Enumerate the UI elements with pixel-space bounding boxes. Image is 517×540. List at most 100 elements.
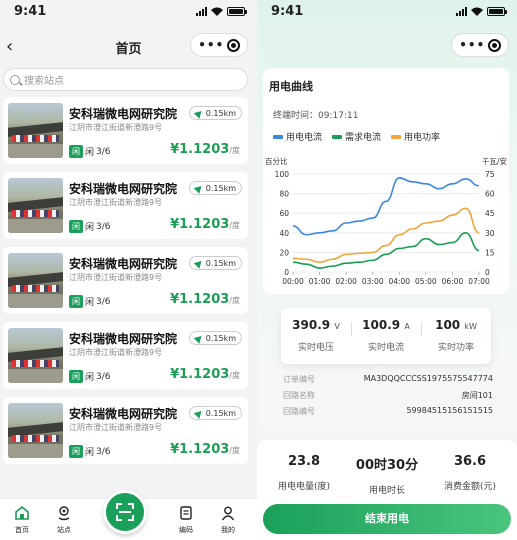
tab-stations[interactable]: 站点 [44,505,84,535]
tab-profile[interactable]: 我的 [208,505,248,535]
station-name: 安科瑞微电网研究院 [69,182,178,196]
available-count: 3/6 [96,446,111,457]
series-line [292,177,480,236]
y-tick-right: 30 [485,229,495,238]
legend-item: 需求电流 [332,130,381,143]
legend-swatch [391,134,402,139]
status-bar: 9:41 [257,0,517,24]
distance-badge[interactable]: 0.15km [188,106,242,120]
idle-tag: 闲 [69,445,83,458]
price-value: ¥1.1203 [170,442,230,457]
navigation-arrow-icon [193,332,205,344]
station-name: 安科瑞微电网研究院 [69,332,178,346]
y-tick-right: 15 [485,248,495,257]
station-address: 江阴市澄江街道新澄路9号 [69,123,163,132]
price-unit: /度 [229,296,240,305]
station-name: 安科瑞微电网研究院 [69,257,178,271]
price-value: ¥1.1203 [170,292,230,307]
summary-value: 23.8 [287,454,321,469]
station-card[interactable]: 安科瑞微电网研究院 江阴市澄江街道新澄路9号 0.15km 闲闲 3/6 ¥1.1203/… [3,172,248,239]
stat-value: 100.9 A [351,318,421,332]
terminal-time-label: 终端时间： [273,111,319,121]
tab-home[interactable]: 首页 [2,505,42,535]
stat-number: 100.9 [362,318,401,332]
terminal-time: 终端时间：09:17:11 [273,108,358,121]
summary-label: 用电电量(度) [277,482,331,492]
status-bar: 9:41 [0,0,257,24]
idle-tag: 闲 [69,370,83,383]
summary-label: 消费金额(元) [443,482,497,492]
station-name: 安科瑞微电网研究院 [69,107,178,121]
stat-label: 实时功率 [437,343,474,353]
station-address: 江阴市澄江街道新澄路9号 [69,348,163,357]
legend-label: 用电功率 [404,133,441,143]
price: ¥1.1203/度 [170,142,240,157]
close-mini-program-icon[interactable] [226,38,240,52]
distance-badge[interactable]: 0.15km [188,331,242,345]
more-icon[interactable]: ••• [198,38,224,52]
idle-label: 闲 [85,373,95,383]
price-value: ¥1.1203 [170,367,230,382]
stat-label: 实时电压 [297,343,334,353]
power-curve-card: 用电曲线 终端时间：09:17:11 用电电流 需求电流 用电功率 百分比 千瓦/… [263,68,509,294]
price-unit: /度 [229,221,240,230]
y-tick-right: 0 [485,268,490,277]
station-photo [8,178,63,233]
info-value: 房间101 [461,391,493,400]
station-photo [8,328,63,383]
x-tick-label: 01:00 [309,277,331,286]
legend-swatch [332,134,343,139]
distance-text: 0.15km [205,258,236,268]
end-charging-button[interactable]: 结束用电 [263,504,511,534]
station-card[interactable]: 安科瑞微电网研究院 江阴市澄江街道新澄路9号 0.15km 闲闲 3/6 ¥1.1203/… [3,247,248,314]
search-icon [10,74,20,85]
close-mini-program-icon[interactable] [487,38,501,52]
legend-label: 用电电流 [286,133,323,143]
nav-bar: ••• [257,30,517,64]
distance-badge[interactable]: 0.15km [188,256,242,270]
summary-value: 00时30分 [355,458,419,473]
tab-stations-label: 站点 [57,526,71,534]
more-icon[interactable]: ••• [459,38,485,52]
y-tick-left: 80 [279,190,289,199]
y-tick-left: 100 [275,170,290,179]
legend-item: 用电功率 [391,130,440,143]
tab-code[interactable]: 编码 [166,505,206,535]
stat-voltage: 390.9 V 实时电压 [281,318,351,353]
tab-profile-label: 我的 [221,526,235,534]
screen: 9:41 ‹ 首页 ••• 搜索站点 安科瑞微电网研究院 江阴市澄江街道新澄路9号… [0,0,517,540]
station-card[interactable]: 安科瑞微电网研究院 江阴市澄江街道新澄路9号 0.15km 闲闲 3/6 ¥1.1203/… [3,97,248,164]
status-time: 9:41 [14,4,47,19]
station-card[interactable]: 安科瑞微电网研究院 江阴市澄江街道新澄路9号 0.15km 闲闲 3/6 ¥1.1203/… [3,397,248,464]
price: ¥1.1203/度 [170,217,240,232]
battery-icon [227,7,247,16]
price-unit: /度 [229,446,240,455]
signal-icon [196,7,207,16]
legend-swatch [273,134,283,139]
wifi-icon [211,7,223,16]
station-card[interactable]: 安科瑞微电网研究院 江阴市澄江街道新澄路9号 0.15km 闲闲 3/6 ¥1.1203/… [3,322,248,389]
mini-program-capsule: ••• [451,33,509,57]
distance-text: 0.15km [205,408,236,418]
distance-badge[interactable]: 0.15km [188,406,242,420]
realtime-stats: 390.9 V 实时电压 100.9 A 实时电流 100 kW 实时功率 [281,308,491,364]
idle-label: 闲 [85,223,95,233]
charging-detail-screen: 9:41 ••• 用电曲线 终端时间：09:17:11 用电电流 需求电流 用电… [257,0,517,540]
legend-label: 需求电流 [345,133,382,143]
terminal-time-value: 09:17:11 [318,111,359,121]
x-tick-label: 04:00 [388,277,410,286]
charging-summary-panel: 23.8 用电电量(度) 00时30分 用电时长 36.6 消费金额(元) 结束… [257,440,517,540]
distance-badge[interactable]: 0.15km [188,181,242,195]
home-icon [15,505,29,520]
info-key: 回路名称 [283,391,315,400]
x-tick-label: 02:00 [335,277,357,286]
x-tick-label: 05:00 [415,277,437,286]
station-address: 江阴市澄江街道新澄路9号 [69,198,163,207]
idle-label: 闲 [85,148,95,158]
battery-icon [487,7,507,16]
x-tick-label: 03:00 [362,277,384,286]
scan-button[interactable] [103,490,147,534]
price: ¥1.1203/度 [170,442,240,457]
summary-duration: 00时30分 用电时长 [344,454,430,496]
search-input[interactable]: 搜索站点 [3,68,248,91]
